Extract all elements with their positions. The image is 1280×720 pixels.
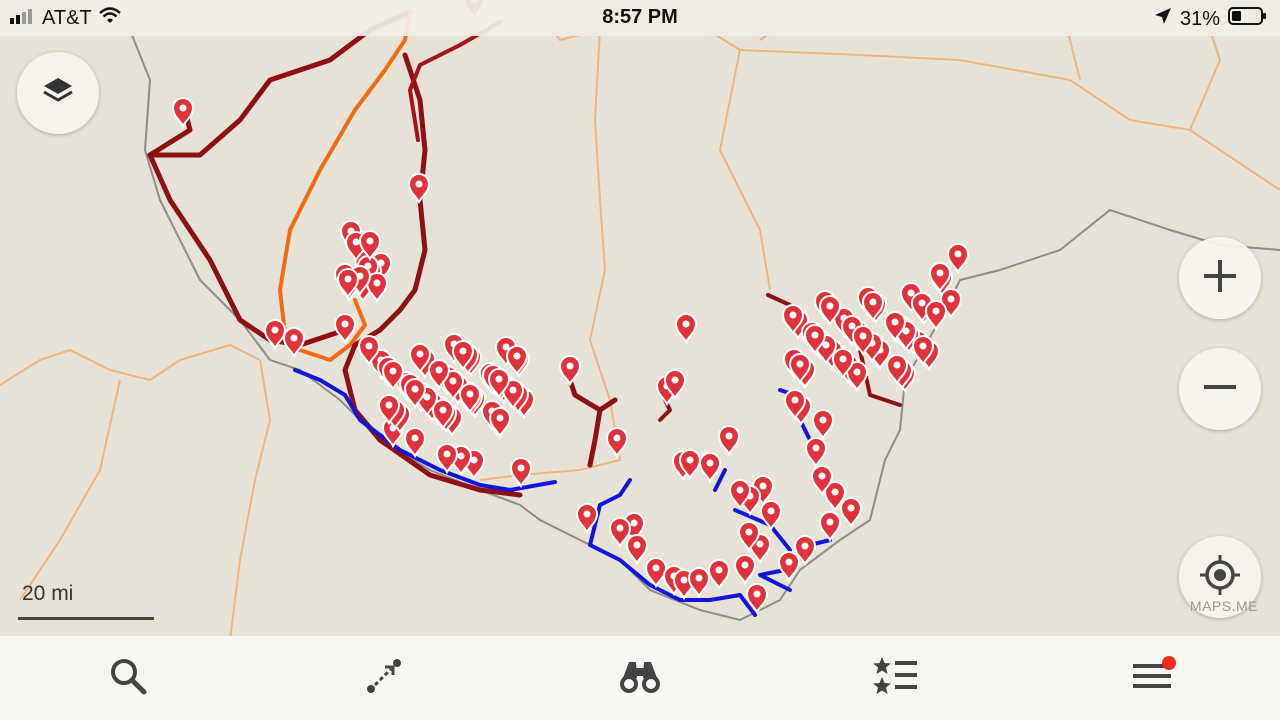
scale-line xyxy=(18,617,154,620)
map-canvas[interactable] xyxy=(0,0,1280,720)
crosshair-icon xyxy=(1198,553,1242,602)
battery-percent: 31% xyxy=(1179,7,1220,30)
layers-icon xyxy=(41,74,75,113)
zoom-in-button[interactable] xyxy=(1179,237,1261,319)
minus-icon xyxy=(1200,367,1240,412)
binoculars-icon xyxy=(617,656,663,701)
notification-badge xyxy=(1162,656,1176,670)
battery-icon xyxy=(1228,6,1268,32)
bookmarks-button[interactable] xyxy=(836,636,956,720)
map-attribution: MAPS.ME xyxy=(1189,598,1258,614)
menu-button[interactable] xyxy=(1092,636,1212,720)
layers-button[interactable] xyxy=(17,52,99,134)
clock: 8:57 PM xyxy=(602,6,678,28)
bottom-navigation xyxy=(0,636,1280,720)
search-icon xyxy=(107,655,149,702)
search-button[interactable] xyxy=(68,636,188,720)
route-button[interactable] xyxy=(324,636,444,720)
route-icon xyxy=(363,655,405,702)
plus-icon xyxy=(1200,256,1240,301)
scale-label: 20 mi xyxy=(22,582,74,605)
zoom-out-button[interactable] xyxy=(1179,348,1261,430)
discovery-button[interactable] xyxy=(580,636,700,720)
scale-bar: 20 mi xyxy=(18,582,154,622)
location-arrow-icon xyxy=(1154,7,1172,31)
status-bar: AT&T 8:57 PM 31% xyxy=(0,0,1280,36)
bookmarks-icon xyxy=(873,655,919,702)
